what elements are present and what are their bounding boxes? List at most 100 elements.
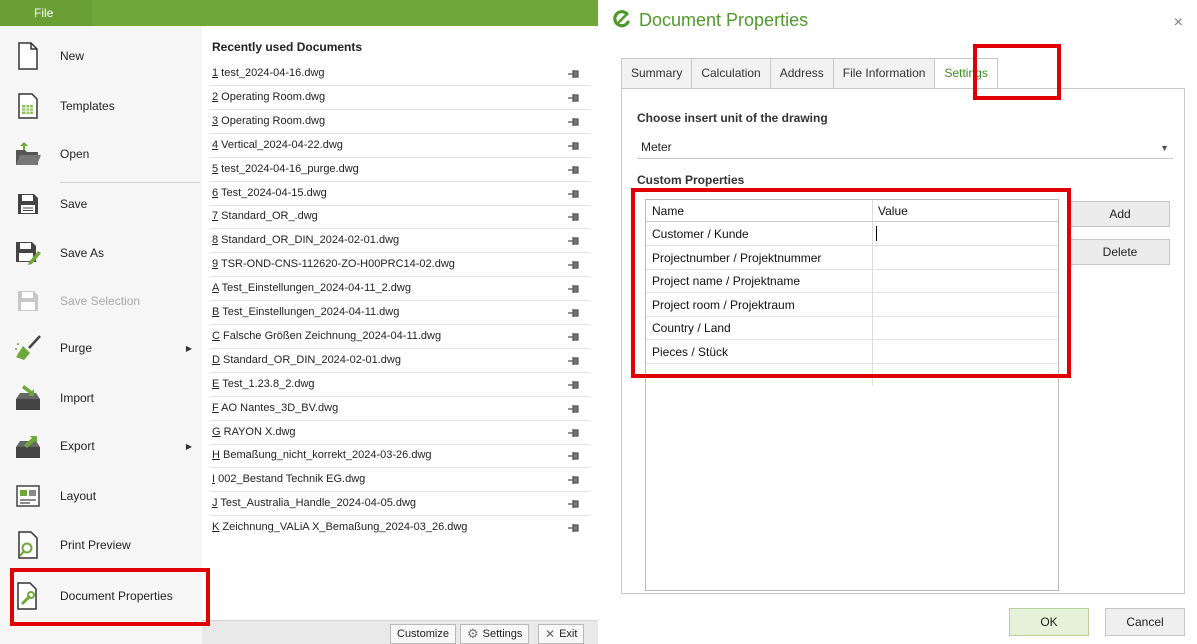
menu-item-document-properties[interactable]: Document Properties xyxy=(10,574,198,618)
pin-icon[interactable] xyxy=(568,164,580,174)
menu-item-open[interactable]: Open xyxy=(10,132,198,176)
close-icon[interactable]: × xyxy=(1174,14,1183,32)
insert-unit-dropdown[interactable]: Meter ▼ xyxy=(637,135,1173,159)
recent-document-name: 1 test_2024-04-16.dwg xyxy=(212,67,325,79)
recent-document-item[interactable]: B Test_Einstellungen_2024-04-11.dwg xyxy=(202,301,594,325)
pin-icon[interactable] xyxy=(568,259,580,270)
ok-button[interactable]: OK xyxy=(1009,608,1089,636)
document-properties-icon xyxy=(14,581,42,611)
recent-document-item[interactable]: 2 Operating Room.dwg xyxy=(202,86,594,110)
text-cursor xyxy=(876,226,877,241)
table-row[interactable]: Customer / Kunde xyxy=(646,223,1058,246)
menu-item-save-as[interactable]: Save As xyxy=(10,231,198,275)
access-key: D xyxy=(212,353,220,366)
menu-item-label: Print Preview xyxy=(60,538,131,552)
gear-icon: ⚙ xyxy=(467,626,479,641)
recent-document-item[interactable]: A Test_Einstellungen_2024-04-11_2.dwg xyxy=(202,277,594,301)
recent-document-item[interactable]: 8 Standard_OR_DIN_2024-02-01.dwg xyxy=(202,229,594,253)
recent-document-item[interactable]: 6 Test_2024-04-15.dwg xyxy=(202,182,594,206)
menu-item-label: Save As xyxy=(60,246,105,260)
delete-button[interactable]: Delete xyxy=(1070,239,1170,265)
menu-item-templates[interactable]: Templates xyxy=(10,84,198,128)
table-row[interactable]: Country / Land xyxy=(646,317,1058,340)
customize-button[interactable]: Customize xyxy=(390,624,456,644)
pin-icon[interactable] xyxy=(568,403,580,413)
menu-item-purge[interactable]: Purge ▶ xyxy=(10,326,198,370)
pin-icon[interactable] xyxy=(568,498,580,509)
tab-settings[interactable]: Settings xyxy=(934,58,998,90)
recent-document-name: I 002_Bestand Technik EG.dwg xyxy=(212,473,365,485)
menu-item-layout[interactable]: Layout xyxy=(10,474,198,518)
recent-document-item[interactable]: K Zeichnung_VALiA X_Bemaßung_2024-03_26.… xyxy=(202,516,594,540)
table-row[interactable]: Project room / Projektraum xyxy=(646,294,1058,317)
recent-document-item[interactable]: J Test_Australia_Handle_2024-04-05.dwg xyxy=(202,492,594,516)
menu-item-import[interactable]: Import xyxy=(10,376,198,420)
recent-document-name: K Zeichnung_VALiA X_Bemaßung_2024-03_26.… xyxy=(212,521,467,533)
recent-document-item[interactable]: H Bemaßung_nicht_korrekt_2024-03-26.dwg xyxy=(202,444,594,468)
table-row[interactable]: Pieces / Stück xyxy=(646,341,1058,364)
pin-icon[interactable] xyxy=(568,450,580,461)
pin-icon[interactable] xyxy=(568,211,580,222)
recent-document-item[interactable]: 5 test_2024-04-16_purge.dwg xyxy=(202,158,594,182)
file-name: Test_Einstellungen_2024-04-11_2.dwg xyxy=(218,282,411,295)
chevron-down-icon: ▼ xyxy=(1160,143,1169,153)
pin-icon[interactable] xyxy=(568,522,580,533)
menu-item-export[interactable]: Export ▶ xyxy=(10,424,198,468)
pin-icon[interactable] xyxy=(568,188,580,198)
recent-document-item[interactable]: 3 Operating Room.dwg xyxy=(202,110,594,134)
menu-item-new[interactable]: New xyxy=(10,34,198,78)
recent-document-item[interactable]: C Falsche Größen Zeichnung_2024-04-11.dw… xyxy=(202,325,594,349)
cancel-button[interactable]: Cancel xyxy=(1105,608,1185,636)
menu-item-print-preview[interactable]: Print Preview xyxy=(10,523,198,567)
recent-document-item[interactable]: 4 Vertical_2024-04-22.dwg xyxy=(202,134,594,158)
property-name: Project name / Projektname xyxy=(652,274,801,288)
recent-document-item[interactable]: I 002_Bestand Technik EG.dwg xyxy=(202,468,594,492)
tab-file-information[interactable]: File Information xyxy=(832,58,936,88)
tab-calculation[interactable]: Calculation xyxy=(691,58,771,88)
recent-document-item[interactable]: 1 test_2024-04-16.dwg xyxy=(202,62,594,86)
import-icon xyxy=(14,383,42,413)
add-button[interactable]: Add xyxy=(1070,201,1170,227)
recent-document-item[interactable]: 7 Standard_OR_.dwg xyxy=(202,205,594,229)
file-tab[interactable]: File xyxy=(0,0,92,26)
menu-item-label: Export xyxy=(60,439,95,453)
pin-icon[interactable] xyxy=(568,474,580,485)
recent-document-name: E Test_1.23.8_2.dwg xyxy=(212,378,315,390)
export-icon xyxy=(14,431,42,461)
file-name: test_2024-04-16.dwg xyxy=(218,67,325,79)
settings-button[interactable]: ⚙ Settings xyxy=(460,624,530,644)
pin-icon[interactable] xyxy=(568,140,580,150)
menu-item-save[interactable]: Save xyxy=(10,182,198,226)
table-header: Name Value xyxy=(646,200,1058,222)
tab-summary[interactable]: Summary xyxy=(621,58,693,88)
recent-document-name: G RAYON X.dwg xyxy=(212,426,296,438)
app-logo-icon xyxy=(613,10,631,31)
column-header-name: Name xyxy=(652,204,685,218)
pin-icon[interactable] xyxy=(568,427,580,437)
table-row[interactable]: Project name / Projektname xyxy=(646,270,1058,293)
recent-document-item[interactable]: G RAYON X.dwg xyxy=(202,421,594,445)
tab-address[interactable]: Address xyxy=(769,58,834,88)
pin-icon[interactable] xyxy=(568,92,580,102)
pin-icon[interactable] xyxy=(568,355,580,365)
pin-icon[interactable] xyxy=(568,235,580,246)
pin-icon[interactable] xyxy=(568,283,580,294)
recent-document-item[interactable]: F AO Nantes_3D_BV.dwg xyxy=(202,397,594,421)
file-name: 002_Bestand Technik EG.dwg xyxy=(215,473,366,486)
exit-button[interactable]: ✕ Exit xyxy=(538,624,585,644)
property-name: Customer / Kunde xyxy=(652,227,749,241)
pin-icon[interactable] xyxy=(568,379,580,389)
recent-document-item[interactable]: E Test_1.23.8_2.dwg xyxy=(202,373,594,397)
save-as-icon xyxy=(14,238,42,268)
pin-icon[interactable] xyxy=(568,68,580,78)
menu-item-save-selection[interactable]: Save Selection xyxy=(10,279,198,323)
pin-icon[interactable] xyxy=(568,331,580,341)
recent-document-item[interactable]: 9 TSR-OND-CNS-112620-ZO-H00PRC14-02.dwg xyxy=(202,253,594,277)
recent-document-name: 6 Test_2024-04-15.dwg xyxy=(212,187,327,199)
pin-icon[interactable] xyxy=(568,307,580,317)
pin-icon[interactable] xyxy=(568,116,580,126)
recent-document-item[interactable]: D Standard_OR_DIN_2024-02-01.dwg xyxy=(202,349,594,373)
table-row[interactable]: Projectnumber / Projektnummer xyxy=(646,247,1058,270)
menu-item-label: Save Selection xyxy=(60,294,141,308)
customize-button-label: Customize xyxy=(397,628,449,640)
